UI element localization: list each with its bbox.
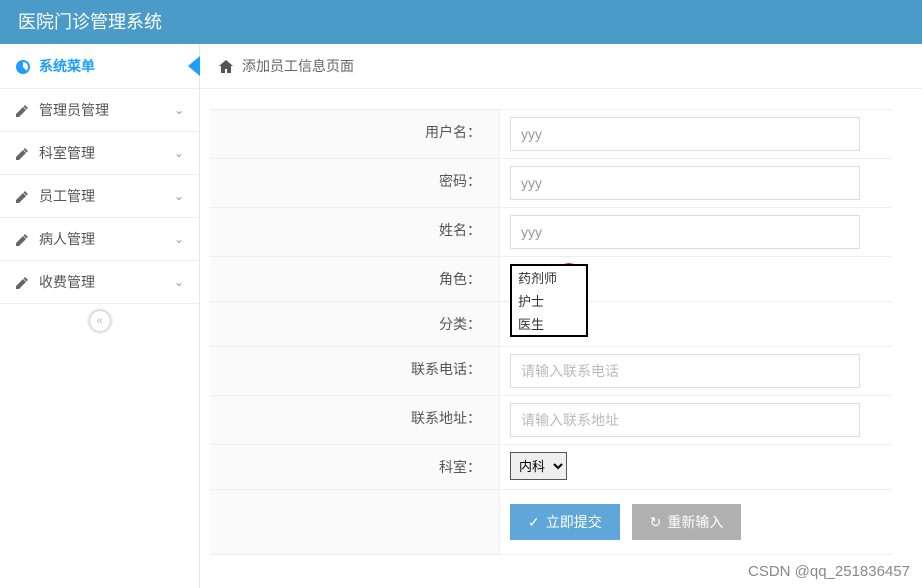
watermark: CSDN @qq_251836457 bbox=[748, 563, 910, 580]
sidebar-item-dept[interactable]: 科室管理 ⌄ bbox=[0, 132, 199, 175]
main-content: 添加员工信息页面 用户名： 密码： 姓名： 角色： 药剂师 护士 bbox=[200, 44, 922, 588]
reset-button[interactable]: ↻ 重新输入 bbox=[632, 504, 742, 540]
edit-icon bbox=[15, 274, 31, 290]
form: 用户名： 密码： 姓名： 角色： 药剂师 护士 医生 bbox=[200, 89, 922, 575]
sidebar-header-label: 系统菜单 bbox=[39, 56, 95, 76]
category-label: 分类： bbox=[210, 302, 500, 346]
sidebar-item-label: 科室管理 bbox=[39, 143, 95, 163]
address-input[interactable] bbox=[510, 403, 860, 437]
home-icon bbox=[218, 57, 234, 74]
collapse-icon: « bbox=[89, 310, 111, 332]
sidebar-header: 系统菜单 bbox=[0, 44, 199, 89]
dashboard-icon bbox=[15, 57, 31, 74]
chevron-down-icon: ⌄ bbox=[174, 275, 184, 289]
chevron-down-icon: ⌄ bbox=[174, 146, 184, 160]
submit-button[interactable]: ✓ 立即提交 bbox=[510, 504, 620, 540]
dept-select[interactable]: 内科 bbox=[510, 452, 567, 480]
edit-icon bbox=[15, 188, 31, 204]
sidebar-item-patient[interactable]: 病人管理 ⌄ bbox=[0, 218, 199, 261]
app-title: 医院门诊管理系统 bbox=[18, 12, 162, 32]
sidebar-collapse-button[interactable]: « bbox=[0, 304, 199, 338]
password-input[interactable] bbox=[510, 166, 860, 200]
realname-label: 姓名： bbox=[210, 208, 500, 256]
refresh-icon: ↻ bbox=[650, 514, 662, 531]
chevron-down-icon: ⌄ bbox=[174, 232, 184, 246]
chevron-down-icon: ⌄ bbox=[174, 103, 184, 117]
password-label: 密码： bbox=[210, 159, 500, 207]
app-header: 医院门诊管理系统 bbox=[0, 0, 922, 44]
edit-icon bbox=[15, 102, 31, 118]
sidebar-item-label: 管理员管理 bbox=[39, 100, 109, 120]
chevron-down-icon: ⌄ bbox=[174, 189, 184, 203]
breadcrumb: 添加员工信息页面 bbox=[200, 44, 922, 89]
sidebar-item-label: 病人管理 bbox=[39, 229, 95, 249]
sidebar: 系统菜单 管理员管理 ⌄ 科室管理 ⌄ 员工管理 ⌄ bbox=[0, 44, 200, 588]
dept-label: 科室： bbox=[210, 445, 500, 489]
sidebar-item-billing[interactable]: 收费管理 ⌄ bbox=[0, 261, 199, 304]
breadcrumb-title: 添加员工信息页面 bbox=[242, 56, 354, 76]
sidebar-item-label: 收费管理 bbox=[39, 272, 95, 292]
role-option[interactable]: 药剂师 bbox=[512, 266, 586, 289]
sidebar-item-staff[interactable]: 员工管理 ⌄ bbox=[0, 175, 199, 218]
edit-icon bbox=[15, 145, 31, 161]
check-icon: ✓ bbox=[528, 514, 540, 531]
realname-input[interactable] bbox=[510, 215, 860, 249]
phone-label: 联系电话： bbox=[210, 347, 500, 395]
role-label: 角色： bbox=[210, 257, 500, 301]
sidebar-item-admin[interactable]: 管理员管理 ⌄ bbox=[0, 89, 199, 132]
role-dropdown[interactable]: 药剂师 护士 医生 bbox=[510, 264, 588, 337]
username-label: 用户名： bbox=[210, 110, 500, 158]
role-option[interactable]: 护士 bbox=[512, 289, 586, 312]
address-label: 联系地址： bbox=[210, 396, 500, 444]
role-option[interactable]: 医生 bbox=[512, 312, 586, 335]
username-input[interactable] bbox=[510, 117, 860, 151]
sidebar-item-label: 员工管理 bbox=[39, 186, 95, 206]
phone-input[interactable] bbox=[510, 354, 860, 388]
edit-icon bbox=[15, 231, 31, 247]
